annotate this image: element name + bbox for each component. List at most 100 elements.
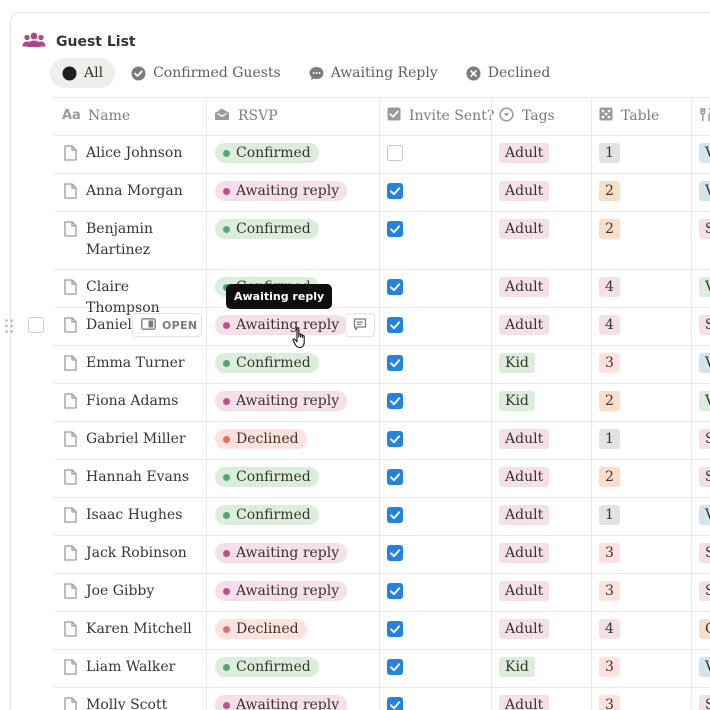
- rsvp-cell[interactable]: Confirmed: [215, 135, 319, 173]
- table-row[interactable]: Joe Gibby Awaiting reply Adult 3 S: [54, 573, 710, 611]
- name-cell[interactable]: Claire Thompson: [54, 269, 206, 316]
- tab-confirmed-guests[interactable]: Confirmed Guests: [119, 58, 293, 88]
- name-cell[interactable]: Hannah Evans: [54, 459, 206, 497]
- meal-cell[interactable]: V: [699, 135, 710, 173]
- column-header-name[interactable]: Aa Name: [54, 97, 130, 135]
- name-cell[interactable]: Molly Scott: [54, 687, 206, 710]
- tags-cell[interactable]: Adult: [499, 269, 550, 307]
- tab-awaiting-reply[interactable]: Awaiting Reply: [297, 58, 450, 88]
- table-row[interactable]: Jack Robinson Awaiting reply Adult 3 S: [54, 535, 710, 573]
- rsvp-cell[interactable]: Declined: [215, 421, 307, 459]
- tags-cell[interactable]: Adult: [499, 535, 550, 573]
- rsvp-cell[interactable]: Declined: [215, 611, 307, 649]
- name-cell[interactable]: Anna Morgan: [54, 173, 206, 211]
- invite-sent-checkbox[interactable]: [387, 145, 403, 161]
- table-number-cell[interactable]: 3: [599, 535, 620, 573]
- meal-cell[interactable]: S: [699, 687, 710, 710]
- invite-sent-checkbox[interactable]: [387, 317, 403, 333]
- comment-button[interactable]: [345, 313, 375, 337]
- meal-cell[interactable]: V: [699, 497, 710, 535]
- column-header-meal[interactable]: [691, 97, 710, 135]
- column-header-invite-sent[interactable]: Invite Sent?: [379, 97, 494, 135]
- meal-cell[interactable]: V: [699, 173, 710, 211]
- invite-sent-checkbox[interactable]: [387, 431, 403, 447]
- tags-cell[interactable]: Adult: [499, 497, 550, 535]
- tab-all[interactable]: All: [50, 58, 116, 88]
- table-row[interactable]: Alice Johnson Confirmed Adult 1 V: [54, 135, 710, 173]
- table-number-cell[interactable]: 1: [599, 497, 620, 535]
- tab-declined[interactable]: Declined: [454, 58, 563, 88]
- tags-cell[interactable]: Adult: [499, 135, 550, 173]
- name-cell[interactable]: Karen Mitchell: [54, 611, 206, 649]
- meal-cell[interactable]: V: [699, 383, 710, 421]
- invite-sent-checkbox[interactable]: [387, 697, 403, 710]
- table-row[interactable]: Hannah Evans Confirmed Adult 2 S: [54, 459, 710, 497]
- rsvp-cell[interactable]: Confirmed: [215, 649, 319, 687]
- row-select-checkbox[interactable]: [28, 317, 44, 333]
- meal-cell[interactable]: V: [699, 649, 710, 687]
- invite-sent-checkbox[interactable]: [387, 507, 403, 523]
- tags-cell[interactable]: Adult: [499, 307, 550, 345]
- meal-cell[interactable]: C: [699, 611, 710, 649]
- tags-cell[interactable]: Adult: [499, 459, 550, 497]
- table-row[interactable]: Anna Morgan Awaiting reply Adult 2 V: [54, 173, 710, 211]
- invite-sent-checkbox[interactable]: [387, 583, 403, 599]
- table-number-cell[interactable]: 3: [599, 687, 620, 710]
- tags-cell[interactable]: Adult: [499, 573, 550, 611]
- column-header-tags[interactable]: Tags: [491, 97, 555, 135]
- meal-cell[interactable]: S: [699, 421, 710, 459]
- table-number-cell[interactable]: 2: [599, 173, 620, 211]
- table-number-cell[interactable]: 2: [599, 211, 620, 269]
- table-number-cell[interactable]: 4: [599, 269, 620, 307]
- rsvp-cell[interactable]: Confirmed: [215, 497, 319, 535]
- tags-cell[interactable]: Adult: [499, 173, 550, 211]
- table-row[interactable]: Benjamin Martinez Confirmed Adult 2 S: [54, 211, 710, 269]
- open-row-button[interactable]: OPEN: [132, 313, 202, 337]
- meal-cell[interactable]: S: [699, 535, 710, 573]
- table-row[interactable]: Liam Walker Confirmed Kid 3 V: [54, 649, 710, 687]
- table-number-cell[interactable]: 1: [599, 135, 620, 173]
- name-cell[interactable]: Benjamin Martinez: [54, 211, 206, 269]
- invite-sent-checkbox[interactable]: [387, 659, 403, 675]
- table-number-cell[interactable]: 4: [599, 611, 620, 649]
- table-number-cell[interactable]: 4: [599, 307, 620, 345]
- rsvp-cell[interactable]: Awaiting reply: [215, 173, 348, 211]
- rsvp-cell[interactable]: Awaiting reply: [215, 307, 348, 345]
- table-row[interactable]: Emma Turner Confirmed Kid 3 V: [54, 345, 710, 383]
- rsvp-cell[interactable]: Confirmed: [215, 211, 319, 269]
- table-row[interactable]: Gabriel Miller Declined Adult 1 S: [54, 421, 710, 459]
- invite-sent-checkbox[interactable]: [387, 221, 403, 237]
- name-cell[interactable]: Emma Turner: [54, 345, 206, 383]
- tags-cell[interactable]: Adult: [499, 611, 550, 649]
- table-number-cell[interactable]: 3: [599, 573, 620, 611]
- name-cell[interactable]: Fiona Adams: [54, 383, 206, 421]
- meal-cell[interactable]: S: [699, 459, 710, 497]
- table-number-cell[interactable]: 3: [599, 345, 620, 383]
- rsvp-cell[interactable]: Confirmed: [215, 459, 319, 497]
- invite-sent-checkbox[interactable]: [387, 355, 403, 371]
- tags-cell[interactable]: Adult: [499, 687, 550, 710]
- table-row[interactable]: Claire ThompsonConfirmedAdult4V: [54, 269, 710, 316]
- table-number-cell[interactable]: 2: [599, 383, 620, 421]
- tags-cell[interactable]: Kid: [499, 649, 535, 687]
- column-header-rsvp[interactable]: RSVP: [206, 97, 278, 135]
- name-cell[interactable]: Liam Walker: [54, 649, 206, 687]
- rsvp-cell[interactable]: Awaiting reply: [215, 687, 348, 710]
- rsvp-cell[interactable]: Awaiting reply: [215, 383, 348, 421]
- meal-cell[interactable]: S: [699, 307, 710, 345]
- name-cell[interactable]: Gabriel Miller: [54, 421, 206, 459]
- meal-cell[interactable]: S: [699, 573, 710, 611]
- invite-sent-checkbox[interactable]: [387, 393, 403, 409]
- page-title[interactable]: Guest List: [56, 34, 136, 50]
- table-number-cell[interactable]: 1: [599, 421, 620, 459]
- name-cell[interactable]: Jack Robinson: [54, 535, 206, 573]
- invite-sent-checkbox[interactable]: [387, 621, 403, 637]
- meal-cell[interactable]: V: [699, 345, 710, 383]
- name-cell[interactable]: Alice Johnson: [54, 135, 206, 173]
- tags-cell[interactable]: Kid: [499, 383, 535, 421]
- table-row[interactable]: Isaac Hughes Confirmed Adult 1 V: [54, 497, 710, 535]
- table-number-cell[interactable]: 2: [599, 459, 620, 497]
- invite-sent-checkbox[interactable]: [387, 183, 403, 199]
- invite-sent-checkbox[interactable]: [387, 279, 403, 295]
- name-cell[interactable]: Isaac Hughes: [54, 497, 206, 535]
